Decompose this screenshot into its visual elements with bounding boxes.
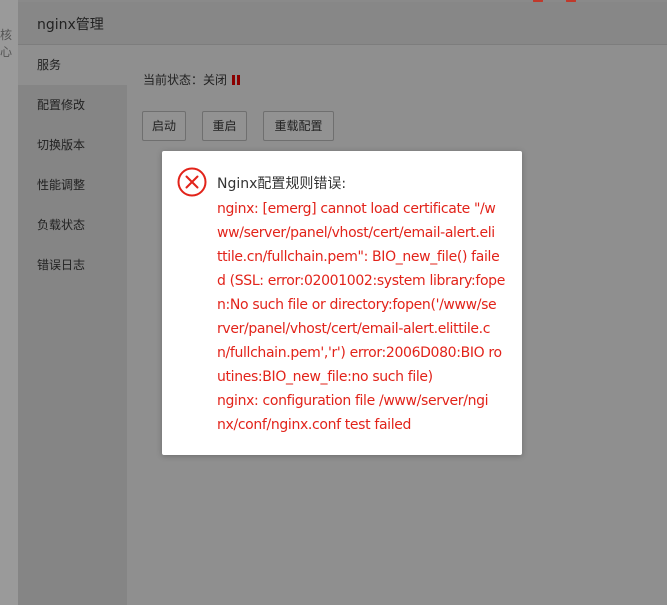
- reload-config-button[interactable]: 重载配置: [263, 111, 334, 141]
- dialog-title: nginx管理: [37, 17, 104, 33]
- restart-button[interactable]: 重启: [202, 111, 247, 141]
- start-button[interactable]: 启动: [142, 111, 186, 141]
- background-panel: 核心: [0, 0, 18, 605]
- sidebar-item-config[interactable]: 配置修改: [18, 85, 127, 125]
- error-alert: Nginx配置规则错误: nginx: [emerg] cannot load …: [162, 151, 522, 455]
- alert-message-line: nx/conf/nginx.conf test failed: [217, 417, 412, 433]
- sidebar-item-errorlog[interactable]: 错误日志: [18, 245, 127, 285]
- background-partial-text: 核心: [0, 28, 13, 59]
- sidebar-item-version[interactable]: 切换版本: [18, 125, 127, 165]
- status-label: 当前状态：: [143, 73, 204, 87]
- alert-title: Nginx配置规则错误:: [217, 176, 347, 192]
- alert-message-line: utines:BIO_new_file:no such file): [217, 369, 433, 385]
- alert-message-line: n:No such file or directory:fopen('/www/…: [217, 297, 497, 313]
- sidebar-item-performance[interactable]: 性能调整: [18, 165, 127, 205]
- service-status: 当前状态： 关闭: [143, 71, 241, 88]
- alert-message-line: n/fullchain.pem','r') error:2006D080:BIO…: [217, 345, 502, 361]
- status-value: 关闭: [203, 73, 228, 87]
- error-circle-x-icon: [177, 167, 207, 197]
- alert-message-line: nginx: configuration file /www/server/ng…: [217, 393, 489, 409]
- pause-icon: [232, 74, 241, 85]
- sidebar-item-load[interactable]: 负载状态: [18, 205, 127, 245]
- alert-message: nginx: [emerg] cannot load certificate "…: [217, 197, 511, 437]
- alert-message-line: rver/panel/vhost/cert/email-alert.elitti…: [217, 321, 491, 337]
- dialog-header[interactable]: nginx管理: [18, 2, 667, 45]
- alert-message-line: ww/server/panel/vhost/cert/email-alert.e…: [217, 225, 495, 241]
- sidebar-item-service[interactable]: 服务: [18, 45, 127, 85]
- alert-message-line: nginx: [emerg] cannot load certificate "…: [217, 201, 496, 217]
- alert-message-line: d (SSL: error:02001002:system library:fo…: [217, 273, 505, 289]
- alert-message-line: ttile.cn/fullchain.pem": BIO_new_file() …: [217, 249, 500, 265]
- dialog-sidebar: 服务 配置修改 切换版本 性能调整 负载状态 错误日志: [18, 45, 127, 605]
